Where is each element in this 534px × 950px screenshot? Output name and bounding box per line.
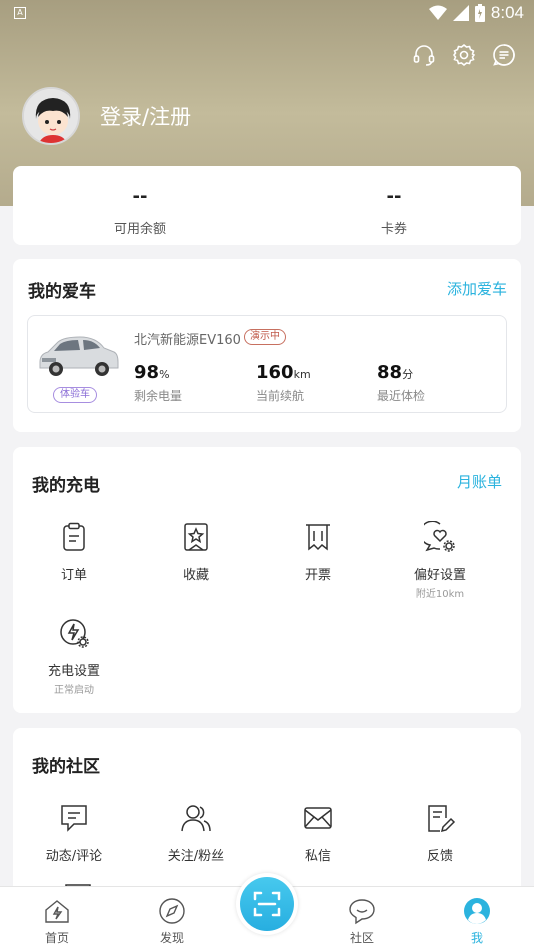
headset-icon[interactable] [412, 43, 436, 67]
grid-label: 动态/评论 [45, 849, 103, 864]
battery-unit: % [159, 368, 170, 381]
section-title: 我的社区 [32, 757, 100, 777]
tab-label: 我 [470, 931, 483, 945]
user-icon [464, 898, 490, 924]
checkup-stat: 88分 最近体检 [377, 362, 425, 404]
tab-discover[interactable]: 发现 [137, 897, 207, 946]
status-bar: A 8:04 [0, 0, 534, 28]
lightning-settings-icon [60, 619, 89, 648]
compass-icon [159, 898, 185, 924]
receipt-icon [306, 524, 330, 551]
follow-fans-button[interactable]: 关注/粉丝 [146, 802, 246, 864]
avatar[interactable] [22, 87, 80, 145]
coupon-value: -- [386, 186, 402, 207]
favorites-button[interactable]: 收藏 [146, 521, 246, 583]
tab-me[interactable]: 我 [442, 897, 512, 946]
balance-item[interactable]: -- 可用余额 [13, 166, 267, 245]
bookmark-star-icon [184, 523, 208, 551]
battery-label: 剩余电量 [134, 389, 183, 403]
battery-stat: 98% 剩余电量 [134, 362, 182, 404]
checkup-label: 最近体检 [377, 389, 426, 403]
coupon-item[interactable]: -- 卡券 [267, 166, 521, 245]
range-stat: 160km 当前续航 [256, 362, 311, 404]
comment-icon [61, 805, 87, 832]
users-icon [181, 805, 211, 832]
tab-label: 社区 [349, 931, 374, 945]
add-car-link[interactable]: 添加爱车 [447, 278, 507, 299]
scan-button[interactable] [236, 873, 298, 935]
balance-label: 可用余额 [113, 222, 166, 237]
chat-bubble-icon [349, 899, 375, 925]
my-car-card: 我的爱车 添加爱车 体验车 北汽新能源EV160 演示中 98% 剩余电量 16… [13, 259, 521, 432]
my-charging-card: 我的充电 月账单 订单 收藏 开票 偏好设置 附近10km 充电设置 正常启动 [13, 447, 521, 713]
scan-icon [253, 891, 281, 917]
grid-sublabel: 附近10km [415, 589, 465, 600]
grid-label: 反馈 [426, 849, 453, 864]
coupon-label: 卡券 [380, 222, 407, 237]
clipboard-icon [63, 522, 85, 551]
posts-comments-button[interactable]: 动态/评论 [24, 802, 124, 864]
gear-icon[interactable] [452, 43, 476, 67]
orders-button[interactable]: 订单 [24, 521, 124, 583]
notification-icon: A [14, 7, 26, 19]
trial-car-badge: 体验车 [53, 387, 97, 403]
preference-settings-button[interactable]: 偏好设置 附近10km [390, 520, 490, 600]
balance-card: -- 可用余额 -- 卡券 [13, 166, 521, 245]
edit-note-icon [428, 805, 456, 833]
grid-label: 偏好设置 [413, 568, 466, 583]
tab-label: 发现 [159, 931, 184, 945]
range-label: 当前续航 [256, 389, 305, 403]
private-message-button[interactable]: 私信 [268, 802, 368, 864]
checkup-value: 88 [377, 362, 403, 383]
tab-community[interactable]: 社区 [327, 897, 397, 946]
feedback-button[interactable]: 反馈 [390, 802, 490, 864]
monthly-bill-link[interactable]: 月账单 [457, 471, 502, 492]
demo-badge: 演示中 [244, 329, 286, 345]
home-lightning-icon [45, 900, 69, 923]
grid-label: 收藏 [182, 568, 209, 583]
message-icon[interactable] [492, 43, 516, 67]
mail-icon [304, 807, 332, 829]
tab-label: 首页 [44, 931, 69, 945]
grid-label: 私信 [304, 849, 331, 864]
charging-settings-button[interactable]: 充电设置 正常启动 [24, 617, 124, 696]
section-title: 我的充电 [32, 476, 100, 496]
car-image [39, 336, 119, 376]
invoice-button[interactable]: 开票 [268, 521, 368, 583]
grid-sublabel: 正常启动 [54, 685, 94, 696]
car-item[interactable]: 体验车 北汽新能源EV160 演示中 98% 剩余电量 160km 当前续航 8… [27, 315, 507, 413]
clock: 8:04 [490, 3, 524, 22]
grid-label: 关注/粉丝 [167, 849, 225, 864]
signal-icon [452, 5, 469, 21]
checkup-unit: 分 [402, 368, 414, 381]
car-model-name: 北汽新能源EV160 [134, 333, 241, 348]
section-title: 我的爱车 [28, 282, 96, 302]
login-register-link[interactable]: 登录/注册 [100, 101, 191, 131]
battery-value: 98 [134, 362, 160, 383]
range-unit: km [293, 368, 311, 381]
profile-header[interactable]: 登录/注册 [22, 87, 191, 145]
balance-value: -- [132, 186, 148, 207]
wifi-icon [428, 5, 447, 20]
tab-home[interactable]: 首页 [22, 897, 92, 946]
grid-label: 充电设置 [47, 664, 100, 679]
avatar-icon [24, 89, 78, 143]
grid-label: 开票 [304, 568, 331, 583]
battery-icon [474, 4, 485, 22]
grid-label: 订单 [60, 568, 87, 583]
range-value: 160 [256, 362, 294, 383]
heart-settings-icon [419, 520, 455, 552]
